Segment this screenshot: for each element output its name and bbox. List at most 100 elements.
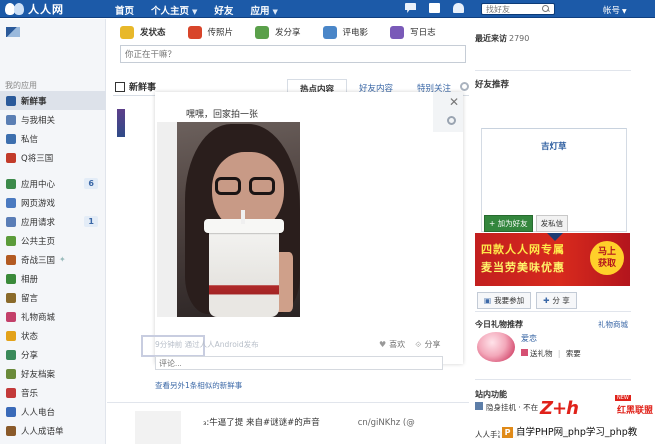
share-button[interactable]: ⟐ 分享: [415, 339, 440, 350]
mail-icon[interactable]: [429, 3, 440, 13]
publisher-tab[interactable]: 写日志: [390, 23, 436, 41]
nav-profile[interactable]: 个人主页 ▼: [146, 0, 209, 18]
sidebar-item-label: Q将三国: [21, 153, 54, 164]
avatar[interactable]: [6, 27, 20, 37]
join-label: 我要参加: [494, 296, 525, 305]
feed-photo[interactable]: [157, 122, 300, 317]
account-menu[interactable]: 帐号 ▼: [603, 4, 627, 16]
nav-apps[interactable]: 应用 ▼: [245, 0, 289, 18]
sidebar-item[interactable]: 人人成语单: [0, 421, 106, 440]
count-badge: 1: [84, 216, 98, 227]
nav-friends[interactable]: 好友: [209, 0, 245, 18]
sidebar-item-label: 状态: [21, 331, 39, 342]
sidebar-item[interactable]: 状态: [0, 326, 106, 345]
sidebar-item[interactable]: 公共主页: [0, 231, 106, 250]
app-icon: [6, 330, 16, 341]
next-feed-thumbnail[interactable]: [135, 411, 181, 444]
publisher-tab[interactable]: 发状态: [120, 23, 166, 41]
nav-home-label: 首页: [115, 6, 135, 17]
divider: [475, 379, 631, 380]
status-input[interactable]: [120, 45, 466, 63]
gift-store-link[interactable]: 礼物商城: [598, 319, 628, 330]
app-icon: [6, 387, 16, 398]
sidebar-item-label: 私信: [21, 134, 39, 145]
comment-input[interactable]: [155, 356, 443, 370]
recommended-friend-name[interactable]: 吉灯草: [541, 140, 567, 152]
app-icon: [6, 349, 16, 360]
publisher-tab[interactable]: 评电影: [322, 23, 368, 41]
user-icon: ▣: [484, 296, 492, 305]
sidebar-item[interactable]: 留言: [0, 288, 106, 307]
sidebar-item[interactable]: 网页游戏: [0, 193, 106, 212]
logo-text: 人人网: [28, 3, 64, 16]
sidebar-item[interactable]: 新鲜事: [0, 91, 106, 110]
nav-home[interactable]: 首页: [110, 0, 146, 18]
notification-icons: [405, 3, 464, 13]
sidebar-item[interactable]: 应用中心 6: [0, 174, 106, 193]
mcdonalds-ad-banner[interactable]: 四款人人网专属 麦当劳美味优惠 马上 获取: [475, 233, 630, 286]
app-icon: [6, 406, 16, 417]
notification-icon[interactable]: [453, 3, 464, 13]
sidebar-item[interactable]: 音乐: [0, 383, 106, 402]
feed-title-label: 新鲜事: [129, 83, 157, 93]
visitors-count: 2790: [509, 34, 530, 43]
search-icon[interactable]: [542, 5, 550, 13]
send-message-button[interactable]: 发私信: [535, 215, 569, 232]
renren-logo[interactable]: 人人网: [4, 1, 64, 17]
next-feed-link[interactable]: cn/giNKhz (@: [358, 418, 415, 428]
sidebar-item-label: 应用中心: [21, 179, 56, 190]
sidebar-item[interactable]: 私信: [0, 129, 106, 148]
join-ad-button[interactable]: ▣ 我要参加: [477, 292, 532, 309]
add-friend-button[interactable]: + 加为好友: [484, 215, 533, 232]
next-feed-text: ₃:牛逼了提 来自#谜谜#的声音: [203, 418, 320, 428]
sidebar-item-label: 相册: [21, 274, 39, 285]
send-gift-link[interactable]: 送礼物: [530, 349, 553, 358]
site-feature-invisible[interactable]: 隐身挂机 · 不在: [475, 402, 538, 413]
more-similar-link[interactable]: 查看另外1条相似的新鲜事: [155, 380, 242, 391]
share-icon: ⟐: [415, 340, 422, 349]
like-button[interactable]: ♥ 喜欢: [379, 339, 405, 350]
app-icon: [6, 216, 16, 227]
nav-friends-label: 好友: [214, 6, 234, 17]
app-icon: [6, 152, 16, 163]
message-icon[interactable]: [405, 3, 416, 13]
sidebar-item[interactable]: 分享: [0, 345, 106, 364]
app-icon: [6, 368, 16, 379]
sidebar-item[interactable]: 人人电台: [0, 402, 106, 421]
gift-name[interactable]: 爱恋: [521, 333, 537, 344]
gift-icon: [521, 349, 528, 356]
gift-separator: |: [557, 349, 561, 358]
sidebar-item[interactable]: 与我相关: [0, 110, 106, 129]
sidebar-item[interactable]: Q将三国: [0, 148, 106, 167]
chevron-down-icon: ▼: [622, 8, 627, 15]
feed-author-avatar[interactable]: [117, 109, 125, 137]
ad-cta-badge[interactable]: 马上 获取: [590, 241, 624, 275]
publisher-tab[interactable]: 发分享: [255, 23, 301, 41]
site-feature-mobile[interactable]: 人人手游 · 加人 · 互动 · 游戏: [475, 429, 571, 440]
close-icon[interactable]: ✕: [449, 96, 459, 108]
sidebar-item[interactable]: 好友档案: [0, 364, 106, 383]
right-column: 最近来访 2790 好友推荐 吉灯草 + 加为好友 发私信 四款人人网专属 麦当劳…: [469, 19, 655, 444]
publisher-tab-label: 传照片: [207, 28, 234, 38]
gear-icon[interactable]: [460, 82, 469, 91]
publisher-tab[interactable]: 传照片: [187, 23, 234, 41]
app-icon: [6, 197, 16, 208]
sidebar-item-label: 公共主页: [21, 236, 56, 247]
gear-icon[interactable]: [447, 116, 456, 125]
share-ad-button[interactable]: ✚ 分 享: [536, 292, 577, 309]
sidebar-item[interactable]: 相册: [0, 269, 106, 288]
app-icon: [6, 425, 16, 436]
app-icon: [6, 114, 16, 125]
sidebar-item[interactable]: 礼物商城: [0, 307, 106, 326]
sidebar-item[interactable]: 应用请求 1: [0, 212, 106, 231]
app-icon: [6, 178, 16, 189]
sidebar-item[interactable]: 奇战三国 ✦: [0, 250, 106, 269]
recent-visitors[interactable]: 最近来访 2790: [475, 33, 529, 44]
publisher-tab-icon: [187, 25, 202, 39]
monitor-icon: [475, 402, 483, 410]
main-nav: 首页 个人主页 ▼ 好友 应用 ▼: [110, 0, 290, 18]
new-badge-icon: ✦: [59, 255, 66, 264]
ask-gift-link[interactable]: 索要: [566, 349, 581, 358]
nav-profile-label: 个人主页: [151, 6, 190, 17]
gift-image[interactable]: [477, 332, 515, 362]
